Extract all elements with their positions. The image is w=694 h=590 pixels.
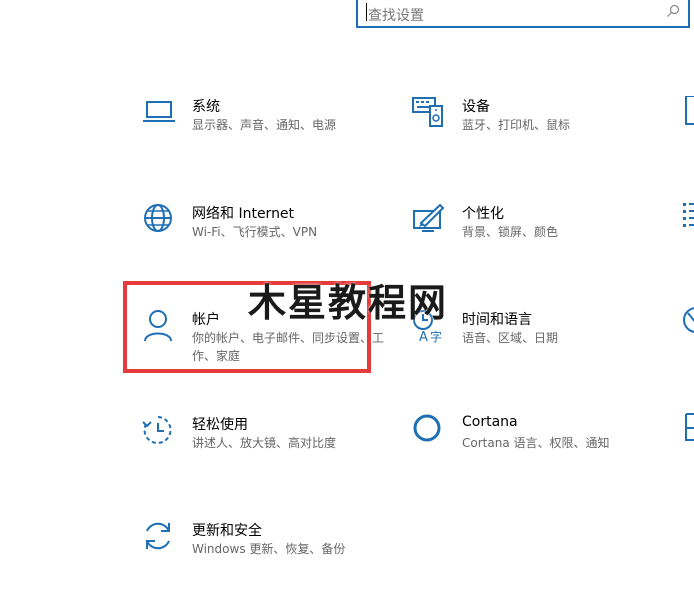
tile-title: 设备 [462, 99, 490, 115]
tile-system[interactable]: 系统 显示器、声音、通知、电源 [142, 96, 392, 166]
tile-desc: 背景、锁屏、颜色 [462, 225, 559, 239]
globe-icon [144, 204, 172, 232]
tile-desc: 语音、区域、日期 [462, 331, 559, 345]
paint-brush-icon [413, 203, 445, 232]
tile-desc: Cortana 语言、权限、通知 [462, 436, 610, 450]
tile-desc: 讲述人、放大镜、高对比度 [192, 436, 337, 450]
svg-text:字: 字 [430, 329, 442, 343]
tile-personalization[interactable]: 个性化 背景、锁屏、颜色 [412, 203, 662, 273]
tile-title: 时间和语言 [462, 312, 532, 328]
watermark-text: 木星教程网 [248, 281, 449, 325]
tile-title: 个性化 [462, 206, 504, 222]
search-edge-icon[interactable] [680, 410, 694, 444]
gaming-xbox-edge-icon[interactable] [680, 305, 694, 339]
sync-icon [146, 522, 170, 550]
gaming-edge-icon[interactable] [680, 96, 694, 130]
tile-cortana[interactable]: Cortana Cortana 语言、权限、通知 [412, 414, 662, 484]
ease-of-access-icon [142, 416, 172, 444]
tile-title: 系统 [192, 99, 220, 115]
tile-devices[interactable]: 设备 蓝牙、打印机、鼠标 [412, 96, 662, 166]
tile-desc: Windows 更新、恢复、备份 [192, 542, 346, 556]
tile-desc: 显示器、声音、通知、电源 [192, 118, 337, 132]
tile-desc: Wi-Fi、飞行模式、VPN [192, 225, 318, 239]
cortana-circle-icon [413, 414, 441, 442]
text-caret [366, 3, 367, 21]
tile-desc: 蓝牙、打印机、鼠标 [462, 118, 571, 132]
keyboard-device-icon [412, 97, 443, 127]
tile-network[interactable]: 网络和 Internet Wi-Fi、飞行模式、VPN [142, 203, 392, 273]
search-placeholder: 查找设置 [368, 8, 424, 24]
laptop-icon [143, 101, 175, 122]
tile-update-security[interactable]: 更新和安全 Windows 更新、恢复、备份 [142, 520, 392, 590]
tile-title: Cortana [462, 414, 518, 430]
search-box[interactable]: 查找设置 [356, 0, 690, 28]
svg-text:A: A [419, 330, 428, 343]
tile-title: 轻松使用 [192, 417, 248, 433]
tile-title: 更新和安全 [192, 523, 262, 539]
search-icon[interactable] [666, 4, 680, 18]
tile-time-language[interactable]: A 字 时间和语言 语音、区域、日期 [412, 309, 662, 379]
tile-title: 网络和 Internet [192, 206, 295, 222]
apps-list-edge-icon[interactable] [680, 200, 694, 234]
tile-ease-of-access[interactable]: 轻松使用 讲述人、放大镜、高对比度 [142, 414, 392, 484]
